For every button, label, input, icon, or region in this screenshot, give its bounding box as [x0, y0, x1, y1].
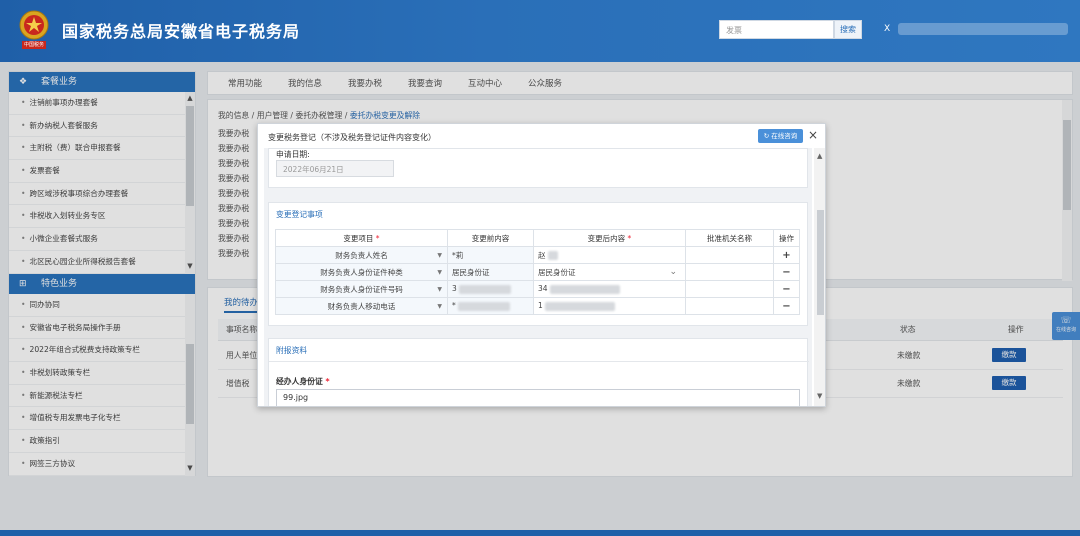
- after-input[interactable]: 赵: [533, 246, 686, 264]
- change-item-value: 财务负责人身份证件种类: [320, 267, 403, 277]
- change-item-select[interactable]: 财务负责人身份证件号码 ▼: [275, 280, 448, 298]
- change-item-value: 财务负责人姓名: [335, 250, 388, 260]
- site-title: 国家税务总局安徽省电子税务局: [62, 22, 301, 41]
- tax-emblem-icon: 中国税务: [16, 8, 52, 52]
- apply-date-card: 申请日期: 2022年06月21日: [268, 148, 808, 188]
- scroll-down-icon[interactable]: ▼: [817, 392, 822, 400]
- user-name[interactable]: X: [884, 24, 890, 34]
- change-item-value: 财务负责人身份证件号码: [320, 284, 403, 294]
- col-operation: 操作: [773, 229, 800, 247]
- change-table: 变更项目 * 变更前内容 变更后内容 * 批准机关名称 操作 财务负责人姓名 ▼ …: [275, 229, 800, 315]
- change-item-select[interactable]: 财务负责人姓名 ▼: [275, 246, 448, 264]
- change-section-title: 变更登记事项: [276, 210, 323, 219]
- authority-input[interactable]: [685, 263, 774, 281]
- col-after: 变更后内容 *: [533, 229, 686, 247]
- before-value: 居民身份证: [447, 263, 534, 281]
- dropdown-arrow-icon: ▼: [437, 252, 442, 259]
- id-card-file-input[interactable]: 99.jpg: [276, 389, 800, 406]
- close-icon[interactable]: ×: [808, 127, 818, 143]
- modal-scrollbar[interactable]: ▲ ▼: [814, 148, 825, 406]
- col-before: 变更前内容: [447, 229, 534, 247]
- emblem-caption: 中国税务: [23, 42, 44, 48]
- before-text: 3: [452, 284, 457, 294]
- after-input[interactable]: 34: [533, 280, 686, 298]
- user-info-blurred: [898, 23, 1068, 35]
- table-row: 财务负责人姓名 ▼ *莉 赵 +: [275, 246, 800, 264]
- col-label: 变更项目: [343, 233, 374, 243]
- taskbar: [0, 530, 1080, 536]
- blurred-value: [547, 251, 558, 260]
- before-text: *: [452, 301, 456, 311]
- blurred-value: [549, 284, 620, 294]
- blurred-value: [544, 301, 615, 311]
- dropdown-arrow-icon: ▼: [437, 269, 442, 276]
- attachments-card: 附报资料 经办人身份证 * 99.jpg: [268, 338, 809, 406]
- after-text: 赵: [538, 250, 546, 260]
- change-item-value: 财务负责人移动电话: [327, 301, 396, 311]
- dropdown-arrow-icon: ▼: [437, 303, 442, 310]
- change-table-header: 变更项目 * 变更前内容 变更后内容 * 批准机关名称 操作: [275, 229, 800, 247]
- add-row-button[interactable]: +: [773, 246, 800, 264]
- required-mark: *: [373, 233, 380, 243]
- blurred-value: [458, 284, 511, 294]
- table-row: 财务负责人身份证件种类 ▼ 居民身份证 居民身份证 ⌄ −: [275, 263, 800, 281]
- after-input[interactable]: 1: [533, 297, 686, 315]
- consult-label: 在线咨询: [771, 132, 798, 140]
- apply-date-label: 申请日期:: [276, 150, 310, 159]
- col-label: 变更后内容: [587, 233, 626, 243]
- authority-input[interactable]: [685, 246, 774, 264]
- required-mark: *: [625, 233, 632, 243]
- modal-body: 申请日期: 2022年06月21日 变更登记事项 变更项目 * 变更前内容 变更…: [264, 148, 812, 406]
- required-mark: *: [322, 377, 330, 386]
- attach-section-title: 附报资料: [276, 346, 308, 355]
- blurred-value: [457, 301, 510, 311]
- site-header: 中国税务 国家税务总局安徽省电子税务局 发票 搜索 X: [0, 0, 1080, 62]
- search-input[interactable]: 发票: [719, 20, 834, 39]
- change-registration-modal: 变更税务登记（不涉及税务登记证件内容变化） ↻ 在线咨询 × 申请日期: 202…: [257, 123, 826, 407]
- dropdown-arrow-icon: ▼: [437, 286, 442, 293]
- after-select[interactable]: 居民身份证 ⌄: [533, 263, 686, 281]
- change-items-card: 变更登记事项 变更项目 * 变更前内容 变更后内容 * 批准机关名称 操作 财务…: [268, 202, 808, 326]
- before-text: 居民身份证: [452, 267, 490, 277]
- before-value: 3: [447, 280, 534, 298]
- online-consult-button[interactable]: ↻ 在线咨询: [758, 129, 803, 143]
- divider: [269, 361, 809, 362]
- col-authority: 批准机关名称: [685, 229, 774, 247]
- before-value: *莉: [447, 246, 534, 264]
- after-text: 1: [538, 301, 543, 311]
- id-card-label: 经办人身份证 *: [276, 376, 330, 387]
- after-text: 34: [538, 284, 548, 294]
- field-label-text: 经办人身份证: [276, 377, 323, 386]
- remove-row-button[interactable]: −: [773, 280, 800, 298]
- table-row: 财务负责人移动电话 ▼ * 1 −: [275, 297, 800, 315]
- search-button[interactable]: 搜索: [834, 20, 862, 39]
- apply-date-field: 2022年06月21日: [276, 160, 394, 177]
- before-value: *: [447, 297, 534, 315]
- modal-scroll-thumb[interactable]: [817, 210, 824, 315]
- remove-row-button[interactable]: −: [773, 297, 800, 315]
- change-item-select[interactable]: 财务负责人身份证件种类 ▼: [275, 263, 448, 281]
- change-item-select[interactable]: 财务负责人移动电话 ▼: [275, 297, 448, 315]
- authority-input[interactable]: [685, 280, 774, 298]
- remove-row-button[interactable]: −: [773, 263, 800, 281]
- authority-input[interactable]: [685, 297, 774, 315]
- scroll-up-icon[interactable]: ▲: [817, 152, 822, 160]
- chevron-down-icon: ⌄: [669, 267, 677, 277]
- table-row: 财务负责人身份证件号码 ▼ 3 34 −: [275, 280, 800, 298]
- before-text: *莉: [452, 250, 464, 260]
- modal-title: 变更税务登记（不涉及税务登记证件内容变化）: [268, 133, 436, 142]
- col-change-item: 变更项目 *: [275, 229, 448, 247]
- after-text: 居民身份证: [538, 267, 576, 277]
